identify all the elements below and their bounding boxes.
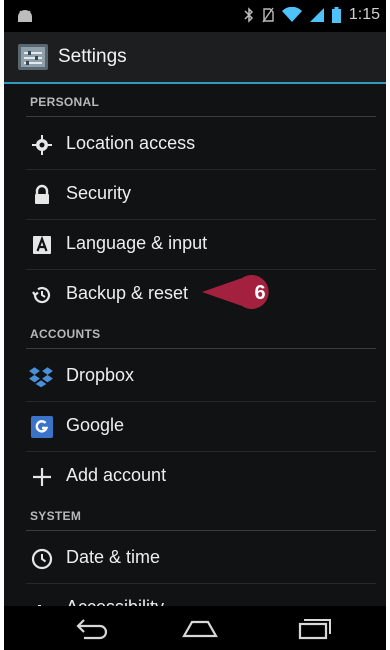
android-notification-icon [18,10,32,22]
settings-item-label: Backup & reset [66,283,189,303]
settings-item-label: Accessibility [66,597,164,606]
settings-item-language-input[interactable]: Language & input [26,220,376,270]
settings-item-google[interactable]: Google [26,402,376,452]
back-icon[interactable] [70,614,110,642]
section-header-label: PERSONAL [30,95,100,109]
step-callout: 6 [202,275,269,309]
settings-item-location-access[interactable]: Location access [26,120,376,170]
action-bar: Settings [4,32,386,84]
navigation-bar [4,606,386,650]
recents-icon[interactable] [294,614,334,642]
page-title: Settings [58,46,127,67]
plus-icon [33,468,51,486]
settings-item-accessibility[interactable]: Accessibility [26,584,376,606]
settings-item-label: Location access [66,133,196,153]
section-header-personal: PERSONAL [26,90,376,117]
settings-item-label: Add account [66,465,167,485]
settings-list: PERSONAL Location access Security Langua… [4,84,386,606]
settings-item-label: Date & time [66,547,161,567]
google-icon [31,416,53,438]
settings-item-dropbox[interactable]: Dropbox [26,352,376,402]
settings-item-backup-reset[interactable]: Backup & reset [26,270,376,319]
lock-icon [35,184,49,204]
wifi-icon [281,7,302,22]
backup-icon [32,286,51,304]
section-header-label: SYSTEM [30,509,82,523]
accessibility-icon [38,605,41,606]
location-icon [32,135,52,155]
dropbox-icon [29,367,53,388]
settings-app-icon[interactable] [18,44,48,70]
home-icon[interactable] [180,614,220,642]
settings-item-label: Security [66,183,132,203]
language-icon [33,235,51,254]
settings-item-label: Language & input [66,233,208,253]
status-clock: 1:15 [348,6,380,23]
settings-item-label: Google [66,415,125,435]
settings-item-date-time[interactable]: Date & time [26,534,376,584]
bluetooth-icon [244,7,253,23]
battery-icon [331,7,341,23]
section-header-label: ACCOUNTS [30,327,101,341]
clock-icon [31,548,53,570]
phone-screen: 1:15 Settings PERSONAL Location access S… [4,0,386,650]
step-callout-number: 6 [254,282,265,304]
settings-item-add-account[interactable]: Add account [26,452,376,501]
settings-item-label: Dropbox [66,365,135,385]
no-sim-icon [262,7,274,23]
settings-item-security[interactable]: Security [26,170,376,220]
status-bar: 1:15 [4,0,386,32]
section-header-system: SYSTEM [26,504,376,531]
section-header-accounts: ACCOUNTS [26,322,376,349]
signal-icon [309,8,324,22]
